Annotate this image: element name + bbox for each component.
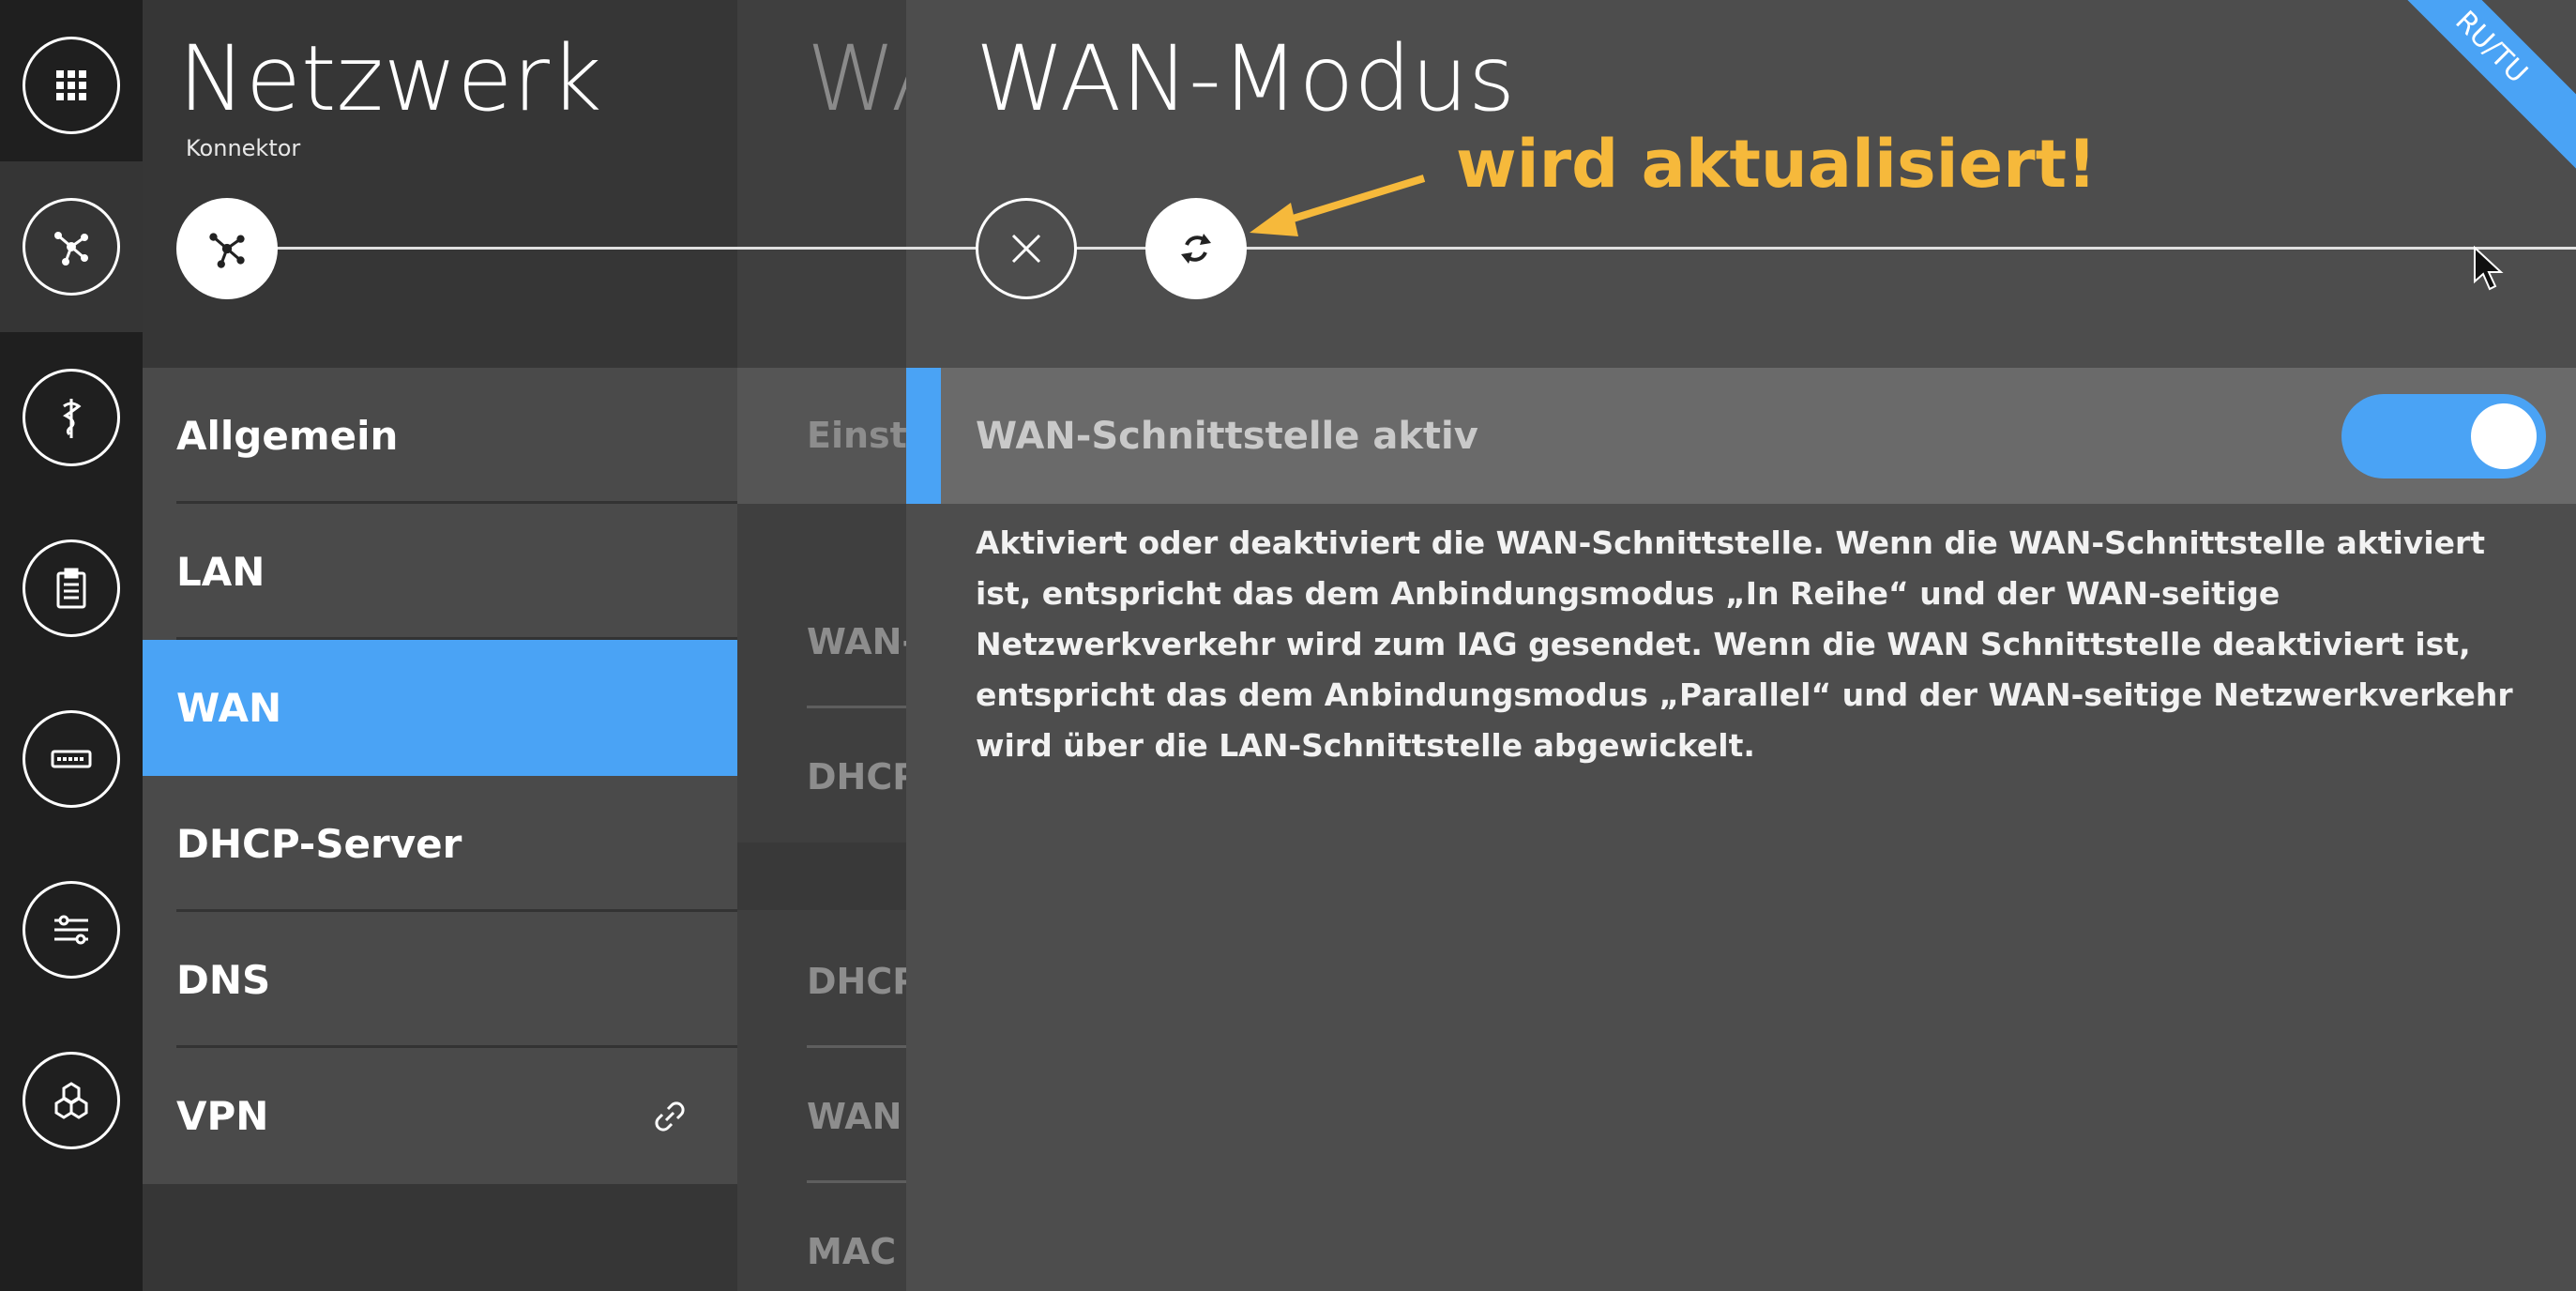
- page-subtitle: Konnektor: [186, 135, 301, 161]
- toggle-knob: [2471, 403, 2537, 469]
- close-button[interactable]: [976, 198, 1077, 299]
- annotation-text: wird aktualisiert!: [1456, 126, 2098, 203]
- menu-item-lan[interactable]: LAN: [143, 504, 737, 640]
- setting-label: WAN-Schnittstelle aktiv: [976, 414, 1478, 458]
- corner-ribbon: RU/TU: [2388, 0, 2576, 188]
- wan-panel-background: WAN Einstellungen WAN-Modus DHCP DHCP WA…: [737, 0, 906, 1291]
- rail-item-medical[interactable]: [0, 332, 143, 503]
- wan-interface-toggle[interactable]: [2341, 394, 2546, 478]
- network-home-button[interactable]: [176, 198, 278, 299]
- network-panel: Netzwerk Konnektor Allgemein LAN WAN DHC…: [143, 0, 737, 1291]
- refresh-icon: [1181, 234, 1211, 264]
- icon-rail: [0, 0, 143, 1291]
- panel-divider-line: [737, 247, 906, 250]
- wan-mode-panel: WAN-Modus wird aktualisiert! RU/TU WAN-S…: [906, 0, 2576, 1291]
- page-title: Netzwerk: [178, 26, 602, 131]
- rail-item-connector[interactable]: [0, 674, 143, 844]
- setting-row-wan-interface[interactable]: WAN-Schnittstelle aktiv: [906, 368, 2576, 504]
- panel-divider-line: [199, 247, 737, 250]
- rail-item-transfer[interactable]: [0, 844, 143, 1015]
- transfer-settings-icon: [23, 881, 120, 979]
- network-icon: [209, 233, 245, 268]
- divider: [807, 1045, 906, 1048]
- mouse-cursor-icon: [2474, 246, 2504, 291]
- menu-item-label: DHCP-Server: [176, 821, 462, 867]
- medical-icon: [23, 369, 120, 466]
- active-row-accent: [906, 368, 941, 504]
- divider: [807, 1180, 906, 1183]
- panel-title: WAN-Modus: [976, 26, 1516, 131]
- menu-item-vpn[interactable]: VPN: [143, 1048, 737, 1184]
- ribbon-label: RU/TU: [2388, 0, 2576, 172]
- network-menu: Allgemein LAN WAN DHCP-Server DNS VPN: [143, 368, 737, 1184]
- menu-item-label: WAN: [176, 685, 282, 731]
- menu-item-dns[interactable]: DNS: [143, 912, 737, 1048]
- menu-item-label: Allgemein: [176, 413, 399, 459]
- network-icon: [23, 198, 120, 296]
- connector-device-icon: [23, 710, 120, 808]
- annotation-arrow-icon: [1250, 175, 1426, 236]
- hexagons-icon: [23, 1052, 120, 1149]
- close-icon: [1011, 234, 1041, 264]
- refresh-button[interactable]: [1145, 198, 1247, 299]
- menu-item-wan[interactable]: WAN: [143, 640, 737, 776]
- row-wan-modus[interactable]: WAN-Modus: [737, 621, 906, 662]
- menu-item-allgemein[interactable]: Allgemein: [143, 368, 737, 504]
- rail-item-apps[interactable]: [0, 0, 143, 171]
- menu-item-dhcp-server[interactable]: DHCP-Server: [143, 776, 737, 912]
- wan-panel-title: WAN: [807, 26, 906, 131]
- row-einstellungen[interactable]: Einstellungen: [737, 415, 906, 456]
- clipboard-icon: [23, 539, 120, 637]
- apps-grid-icon: [23, 37, 120, 134]
- section-gap: [737, 843, 906, 910]
- link-icon: [655, 1101, 685, 1132]
- row-dhcp-2[interactable]: DHCP: [737, 961, 906, 1002]
- rail-item-hexagons[interactable]: [0, 1015, 143, 1186]
- rail-item-clipboard[interactable]: [0, 503, 143, 674]
- divider: [807, 706, 906, 708]
- menu-item-label: VPN: [176, 1093, 269, 1139]
- row-wan-ip[interactable]: WAN IP: [737, 1096, 906, 1137]
- menu-item-label: LAN: [176, 549, 265, 595]
- rail-item-network[interactable]: [0, 161, 143, 332]
- menu-item-label: DNS: [176, 957, 271, 1003]
- row-dhcp[interactable]: DHCP: [737, 756, 906, 797]
- setting-description: Aktiviert oder deaktiviert die WAN-Schni…: [976, 524, 2513, 764]
- row-mac[interactable]: MAC: [737, 1231, 906, 1272]
